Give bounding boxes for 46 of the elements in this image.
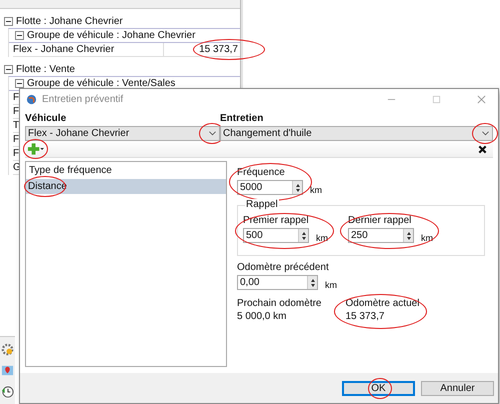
delete-icon[interactable] (478, 144, 487, 154)
globe-icon (26, 94, 37, 104)
caret-icon (482, 131, 489, 136)
unit-label: km (421, 233, 433, 243)
group-title: Rappel (245, 199, 279, 210)
unit-label: km (310, 185, 322, 195)
add-icon[interactable] (27, 143, 44, 155)
caret-icon (209, 131, 216, 136)
field-label: Dernier rappel (348, 215, 412, 227)
table-cell-text: 15 373,7 (198, 44, 239, 55)
field-label: Premier rappel (243, 215, 310, 227)
spin-buttons[interactable] (307, 276, 317, 289)
field-label: Prochain odomètre (237, 298, 322, 310)
number-field[interactable]: 0,00 (237, 275, 318, 290)
odometer-value: 15 373,7 (346, 311, 386, 323)
group-label: Flotte : Johane Chevrier (16, 16, 123, 27)
number-field[interactable]: 500 (243, 228, 309, 243)
number-field[interactable]: 5000 (237, 180, 303, 195)
expander-icon[interactable] (4, 65, 13, 74)
expander-icon[interactable] (15, 79, 24, 88)
expander-icon[interactable] (4, 17, 13, 26)
table-cell: Flex - Johane Chevrier (13, 43, 164, 56)
expander-icon[interactable] (15, 31, 24, 40)
clock-icon[interactable] (1, 385, 14, 398)
field-label: Odomètre actuel (346, 298, 420, 310)
field-label: Entretien (220, 113, 264, 124)
dialog-button[interactable]: Annuler (421, 380, 494, 396)
window-title: Entretien préventif (42, 94, 124, 104)
map-icon[interactable] (1, 364, 14, 377)
close-icon[interactable] (477, 94, 486, 104)
field-label: Fréquence (237, 167, 286, 179)
odometer-value: 5 000,0 km (237, 311, 288, 323)
spin-buttons[interactable] (298, 229, 308, 242)
vehicle-dropdown[interactable]: Flex - Johane Chevrier (25, 126, 220, 141)
number-field[interactable]: 250 (348, 228, 414, 243)
spin-buttons[interactable] (292, 181, 302, 194)
field-label: Odomètre précédent (237, 262, 330, 274)
group-label: Groupe de véhicule : Vente/Sales (27, 78, 176, 89)
maintenance-dropdown[interactable]: Changement d'huile (220, 126, 493, 141)
dialog-button[interactable]: OK (342, 380, 415, 396)
unit-label: km (316, 233, 328, 243)
gear-icon[interactable] (1, 343, 14, 356)
group-label: Groupe de véhicule : Johane Chevrier (27, 30, 196, 41)
spin-buttons[interactable] (403, 229, 413, 242)
group-label: Flotte : Vente (16, 64, 75, 75)
unit-label: km (325, 280, 337, 290)
